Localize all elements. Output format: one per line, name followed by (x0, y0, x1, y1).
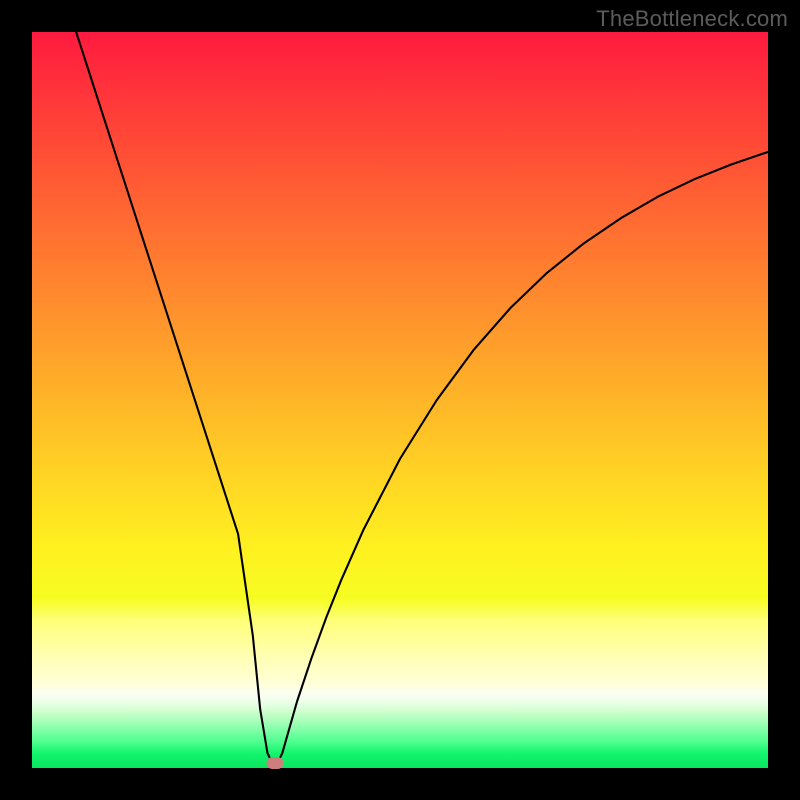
curve-path (76, 32, 768, 768)
watermark-text: TheBottleneck.com (596, 6, 788, 32)
bottleneck-curve (32, 32, 768, 768)
chart-container: TheBottleneck.com (0, 0, 800, 800)
plot-area (32, 32, 768, 768)
optimal-point-marker (266, 757, 283, 769)
